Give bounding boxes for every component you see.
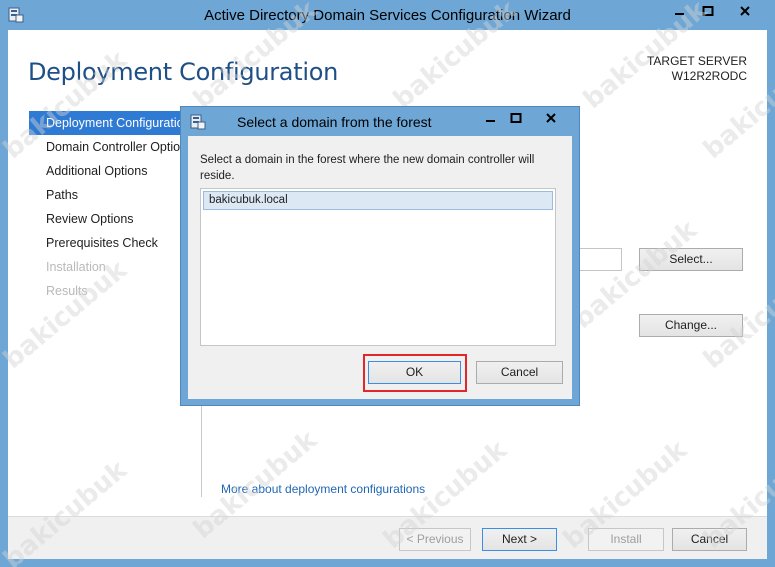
target-server: TARGET SERVER W12R2RODC [647, 54, 747, 84]
nav-item-prerequisites-check[interactable]: Prerequisites Check [29, 231, 201, 255]
next-button[interactable]: Next > [482, 528, 557, 551]
dialog-title: Select a domain from the forest [237, 114, 432, 130]
dialog-title-bar[interactable]: Select a domain from the forest [181, 107, 579, 136]
window-title: Active Directory Domain Services Configu… [204, 7, 571, 24]
server-manager-icon [189, 113, 207, 131]
nav-item-paths[interactable]: Paths [29, 183, 201, 207]
cancel-button[interactable]: Cancel [672, 528, 747, 551]
install-button: Install [588, 528, 664, 551]
maximize-button[interactable] [694, 1, 721, 20]
ok-button[interactable]: OK [368, 361, 461, 384]
nav-item-review-options[interactable]: Review Options [29, 207, 201, 231]
nav-item-deployment-configuration[interactable]: Deployment Configuration [29, 111, 201, 135]
dialog-close-button[interactable] [529, 108, 573, 127]
nav-item-domain-controller-options[interactable]: Domain Controller Options [29, 135, 201, 159]
list-item[interactable]: bakicubuk.local [203, 191, 553, 210]
dialog-maximize-button[interactable] [504, 108, 528, 127]
dialog-client-area: Select a domain in the forest where the … [188, 136, 572, 399]
close-button[interactable] [722, 1, 768, 20]
nav-item-installation: Installation [46, 260, 106, 274]
change-button[interactable]: Change... [639, 314, 743, 337]
previous-button: < Previous [399, 528, 471, 551]
target-server-label: TARGET SERVER [646, 54, 747, 68]
wizard-nav: Deployment Configuration Domain Controll… [29, 111, 201, 303]
domain-list[interactable]: bakicubuk.local [200, 188, 556, 346]
minimize-button[interactable] [666, 1, 693, 20]
dialog-cancel-button[interactable]: Cancel [476, 361, 563, 384]
select-domain-dialog: Select a domain from the forest Select a… [180, 106, 580, 406]
target-server-name: W12R2RODC [671, 69, 747, 83]
more-about-link[interactable]: More about deployment configurations [221, 482, 425, 496]
dialog-minimize-button[interactable] [479, 108, 503, 127]
wizard-footer: < Previous Next > Install Cancel [8, 516, 767, 559]
title-bar[interactable]: Active Directory Domain Services Configu… [0, 0, 775, 30]
dialog-message: Select a domain in the forest where the … [200, 154, 535, 182]
nav-item-additional-options[interactable]: Additional Options [29, 159, 201, 183]
nav-item-results: Results [46, 284, 88, 298]
select-button[interactable]: Select... [639, 248, 743, 271]
page-title: Deployment Configuration [28, 58, 338, 86]
